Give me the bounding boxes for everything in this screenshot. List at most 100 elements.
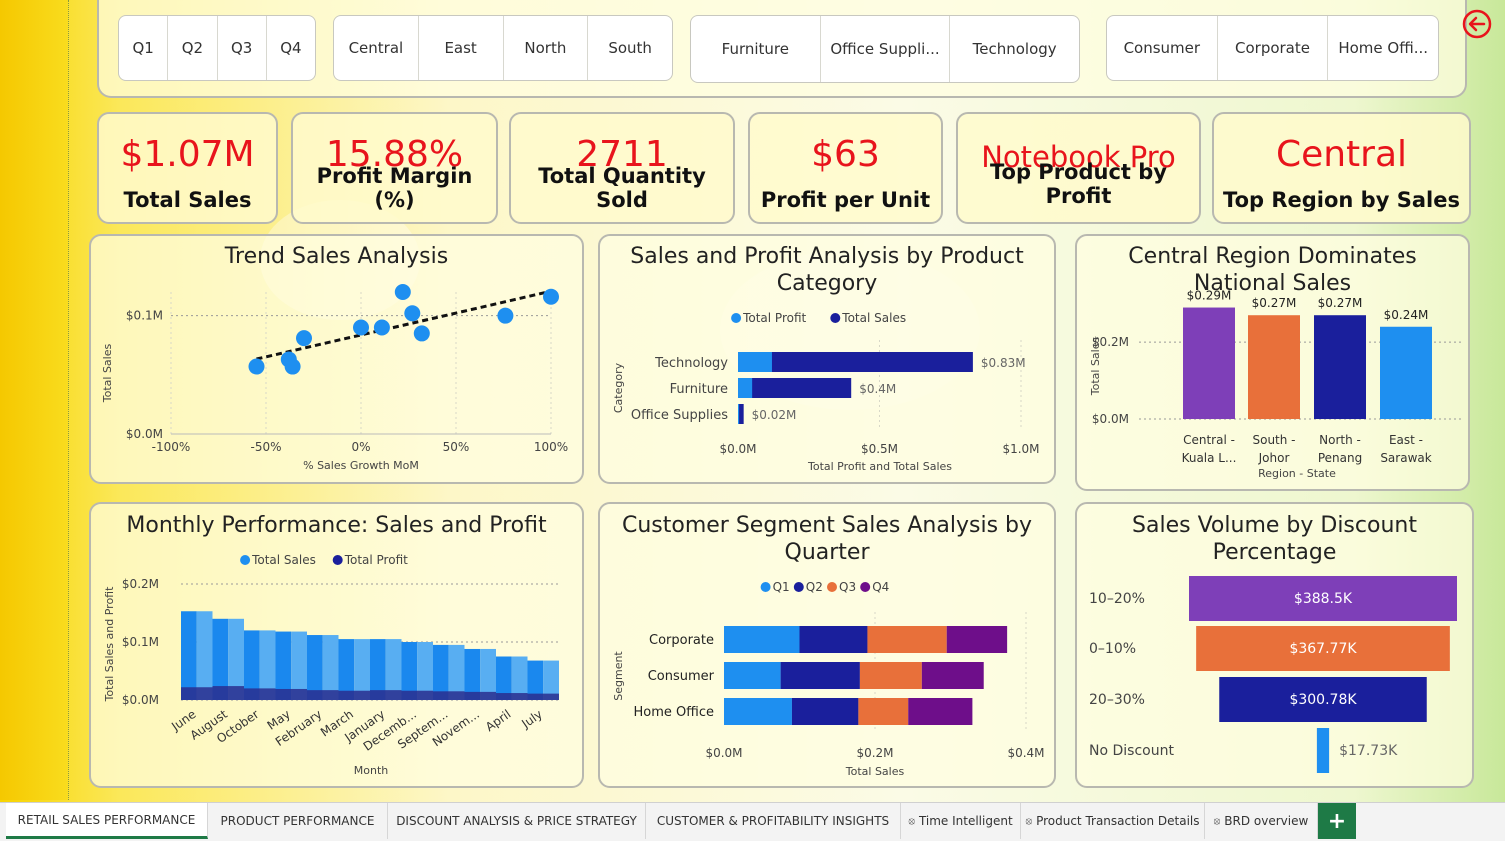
slicer-segment-home-office[interactable]: Home Offi...	[1328, 16, 1438, 80]
legend-marker	[830, 313, 841, 323]
stacked-bar-segment	[946, 626, 1008, 653]
add-page-button[interactable]: +	[1318, 803, 1356, 839]
kpi-label: Profit per Unit	[760, 188, 931, 212]
tab-discount-analysis[interactable]: DISCOUNT ANALYSIS & PRICE STRATEGY	[388, 803, 646, 839]
tab-label: Product Transaction Details	[1036, 814, 1200, 828]
tab-time-intelligent[interactable]: ⦻ Time Intelligent	[901, 803, 1021, 839]
stacked-bar-segment	[724, 662, 781, 689]
tab-customer-profitability[interactable]: CUSTOMER & PROFITABILITY INSIGHTS	[646, 803, 901, 839]
x-tick-label: $0.0M	[719, 442, 756, 456]
kpi-label: Profit Margin (%)	[316, 164, 473, 212]
tab-label: PRODUCT PERFORMANCE	[220, 814, 375, 828]
slicer-region-south[interactable]: South	[588, 16, 672, 80]
kpi-total-quantity: 2711 Total Quantity Sold	[509, 112, 735, 224]
x-tick-label: April	[483, 707, 514, 734]
scatter-point	[413, 325, 430, 342]
slicer-region-north[interactable]: North	[504, 16, 589, 80]
segment-label: Consumer	[648, 669, 715, 684]
region-bar	[1314, 315, 1366, 419]
category-bar-chart[interactable]: Total Profit Total Sales Technology $0.83M F…	[600, 236, 1054, 482]
x-tick-label: South -	[1252, 433, 1295, 447]
kpi-value: Central	[1275, 134, 1408, 175]
kpi-top-product: Notebook Pro Top Product by Profit	[956, 112, 1201, 224]
region-slicer: Central East North South	[333, 15, 673, 81]
slicer-quarter-q4[interactable]: Q4	[267, 16, 315, 80]
tab-product-performance[interactable]: PRODUCT PERFORMANCE	[208, 803, 388, 839]
page-tabs-bar: RETAIL SALES PERFORMANCE PRODUCT PERFORM…	[0, 802, 1505, 841]
y-axis-title: Total Sales	[101, 344, 114, 404]
x-tick-label: 0%	[351, 440, 370, 454]
data-label: $0.29M	[1187, 289, 1232, 303]
trend-sales-chart[interactable]: $0.0M $0.1M -100% -50% 0% 50% 100% % Sales Grow…	[91, 236, 582, 482]
bar-total-profit	[738, 378, 753, 398]
legend-marker	[827, 582, 837, 592]
legend-marker	[240, 555, 251, 565]
discount-funnel-chart[interactable]: 10–20% $388.5K 0–10% $367.77K 20–30% $300.78K…	[1077, 504, 1472, 786]
discount-label: 20–30%	[1089, 692, 1145, 708]
y-axis-title: Total Sales and Profit	[103, 586, 116, 703]
profit-band	[464, 691, 496, 700]
slicer-quarter-q3[interactable]: Q3	[218, 16, 267, 80]
x-tick-label: Johor	[1258, 451, 1290, 465]
back-button[interactable]	[1461, 8, 1493, 40]
slicer-category-technology[interactable]: Technology	[950, 16, 1079, 82]
x-tick-label: $1.0M	[1002, 442, 1039, 456]
slicer-segment-corporate[interactable]: Corporate	[1218, 16, 1329, 80]
scatter-point	[373, 319, 390, 336]
tab-brd-overview[interactable]: ⦻ BRD overview	[1205, 803, 1318, 839]
kpi-profit-per-unit: $63 Profit per Unit	[748, 112, 943, 224]
x-axis-title: Month	[354, 764, 389, 777]
legend-label: Q3	[839, 580, 856, 594]
y-axis-title: Total Sales	[1089, 337, 1102, 397]
slicer-region-central[interactable]: Central	[334, 16, 419, 80]
sales-band	[181, 611, 197, 700]
region-sales-card: Central Region Dominates National Sales …	[1075, 234, 1470, 491]
tab-retail-sales-performance[interactable]: RETAIL SALES PERFORMANCE	[6, 803, 208, 839]
region-column-chart[interactable]: $0.0M$0.2MTotal Sales$0.29MCentral -Kual…	[1077, 236, 1468, 489]
scatter-point	[394, 284, 411, 300]
x-tick-label: 50%	[443, 440, 470, 454]
segment-slicer: Consumer Corporate Home Offi...	[1106, 15, 1439, 81]
data-label: $300.78K	[1289, 692, 1357, 708]
scatter-point	[497, 307, 514, 324]
discount-label: 0–10%	[1089, 641, 1136, 657]
legend-label: Total Profit	[344, 553, 408, 567]
slicer-quarter-q2[interactable]: Q2	[168, 16, 218, 80]
x-tick-label: 100%	[534, 440, 568, 454]
profit-band	[275, 688, 307, 700]
scatter-point	[404, 305, 421, 322]
x-axis-title: Region - State	[1258, 467, 1336, 480]
profit-band	[433, 691, 465, 700]
segment-stacked-bar-chart[interactable]: Q1 Q2 Q3 Q4 Corporate Consumer Home Office $0.0…	[600, 504, 1054, 786]
tab-label: CUSTOMER & PROFITABILITY INSIGHTS	[656, 814, 890, 828]
x-tick-label: July	[518, 707, 545, 731]
x-tick-label: $0.0M	[705, 746, 742, 760]
category-label: Furniture	[670, 382, 728, 397]
category-analysis-card: Sales and Profit Analysis by Product Cat…	[598, 234, 1056, 484]
scatter-point	[543, 288, 559, 305]
profit-band	[496, 693, 528, 700]
tab-label: Time Intelligent	[918, 814, 1013, 828]
stacked-bar-segment	[858, 698, 909, 725]
slicer-segment-consumer[interactable]: Consumer	[1107, 16, 1218, 80]
slicer-quarter-q1[interactable]: Q1	[119, 16, 169, 80]
stacked-bar-segment	[780, 662, 860, 689]
scatter-point	[296, 330, 312, 347]
x-axis-title: Total Profit and Total Sales	[807, 460, 952, 473]
tab-product-transaction-details[interactable]: ⦻ Product Transaction Details	[1021, 803, 1205, 839]
kpi-profit-margin: 15.88% Profit Margin (%)	[291, 112, 498, 224]
profit-band	[338, 690, 370, 700]
y-tick-label: $0.0M	[1092, 412, 1129, 426]
slicer-category-office-supplies[interactable]: Office Suppli...	[821, 16, 951, 82]
scatter-point	[284, 358, 301, 375]
slicer-category-furniture[interactable]: Furniture	[691, 16, 821, 82]
tab-label: DISCOUNT ANALYSIS & PRICE STRATEGY	[396, 814, 637, 828]
slicer-region-east[interactable]: East	[419, 16, 504, 80]
stacked-bar-segment	[908, 698, 973, 725]
y-axis-title: Category	[612, 362, 625, 413]
discount-volume-card: Sales Volume by Discount Percentage 10–2…	[1075, 502, 1474, 788]
data-label: $0.24M	[1384, 308, 1429, 322]
monthly-area-chart[interactable]: Total Sales Total Profit $0.0M $0.1M $0.2M Ju…	[91, 504, 582, 786]
y-tick-label: $0.2M	[122, 577, 159, 591]
legend-marker	[760, 582, 771, 592]
